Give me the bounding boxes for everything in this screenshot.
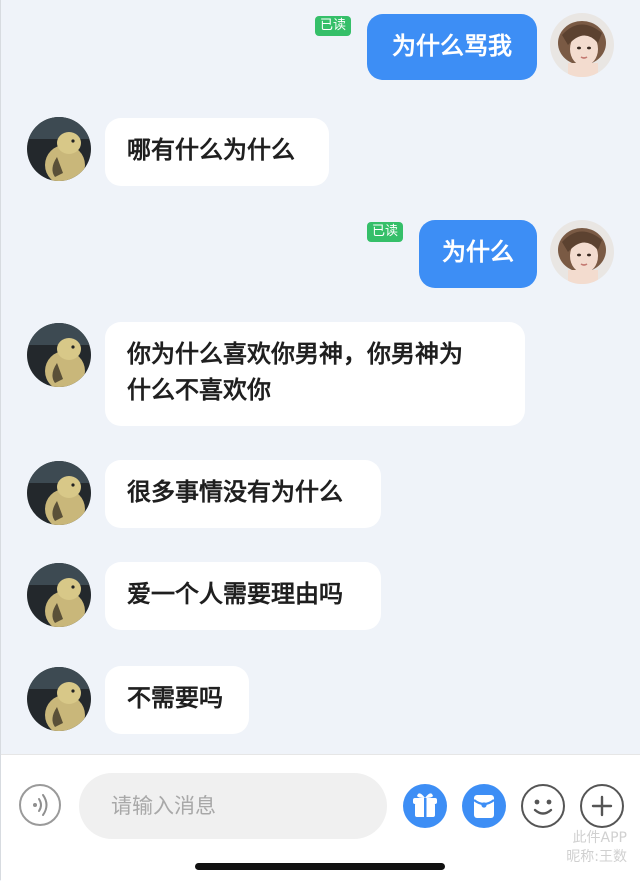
incoming-message-bubble[interactable]: 你为什么喜欢你男神，你男神为 什么不喜欢你 (105, 322, 525, 426)
message-row: 哪有什么为什么 (1, 116, 640, 188)
input-bar: 此件APP 昵称:王数 (1, 754, 640, 881)
contact-avatar[interactable] (27, 461, 91, 525)
message-row: 不需要吗 (1, 666, 640, 738)
watermark-line: 昵称:王数 (566, 849, 627, 865)
read-status-badge: 已读 (315, 16, 352, 36)
message-row: 已读 为什么 (1, 218, 640, 290)
incoming-message-bubble[interactable]: 哪有什么为什么 (105, 118, 329, 186)
outgoing-message-bubble[interactable]: 为什么骂我 (367, 14, 537, 80)
incoming-message-bubble[interactable]: 爱一个人需要理由吗 (105, 562, 381, 630)
chat-area: 已读 为什么骂我 哪有什么为什么 已读 为什么 你为什么喜欢你男神，你男神为 什… (1, 0, 640, 754)
my-avatar[interactable] (550, 220, 614, 284)
emoji-icon[interactable] (521, 784, 565, 828)
read-status-badge: 已读 (367, 222, 404, 242)
message-input[interactable] (79, 773, 387, 839)
contact-avatar[interactable] (27, 323, 91, 387)
my-avatar[interactable] (550, 13, 614, 77)
contact-avatar[interactable] (27, 667, 91, 731)
message-row: 爱一个人需要理由吗 (1, 562, 640, 634)
message-row: 你为什么喜欢你男神，你男神为 什么不喜欢你 (1, 322, 640, 428)
message-row: 已读 为什么骂我 (1, 12, 640, 84)
outgoing-message-bubble[interactable]: 为什么 (419, 220, 537, 288)
voice-icon[interactable] (19, 784, 61, 826)
watermark: 此件APP 昵称:王数 (566, 829, 627, 867)
incoming-message-bubble[interactable]: 不需要吗 (105, 666, 249, 734)
contact-avatar[interactable] (27, 117, 91, 181)
gift-icon[interactable] (403, 784, 447, 828)
incoming-message-bubble[interactable]: 很多事情没有为什么 (105, 460, 381, 528)
contact-avatar[interactable] (27, 563, 91, 627)
message-text-line: 什么不喜欢你 (127, 376, 271, 404)
home-indicator[interactable] (195, 863, 445, 870)
watermark-line: 此件APP (572, 830, 627, 846)
message-row: 很多事情没有为什么 (1, 460, 640, 532)
plus-icon[interactable] (580, 784, 624, 828)
message-text-line: 你为什么喜欢你男神，你男神为 (127, 340, 463, 368)
red-packet-icon[interactable] (462, 784, 506, 828)
